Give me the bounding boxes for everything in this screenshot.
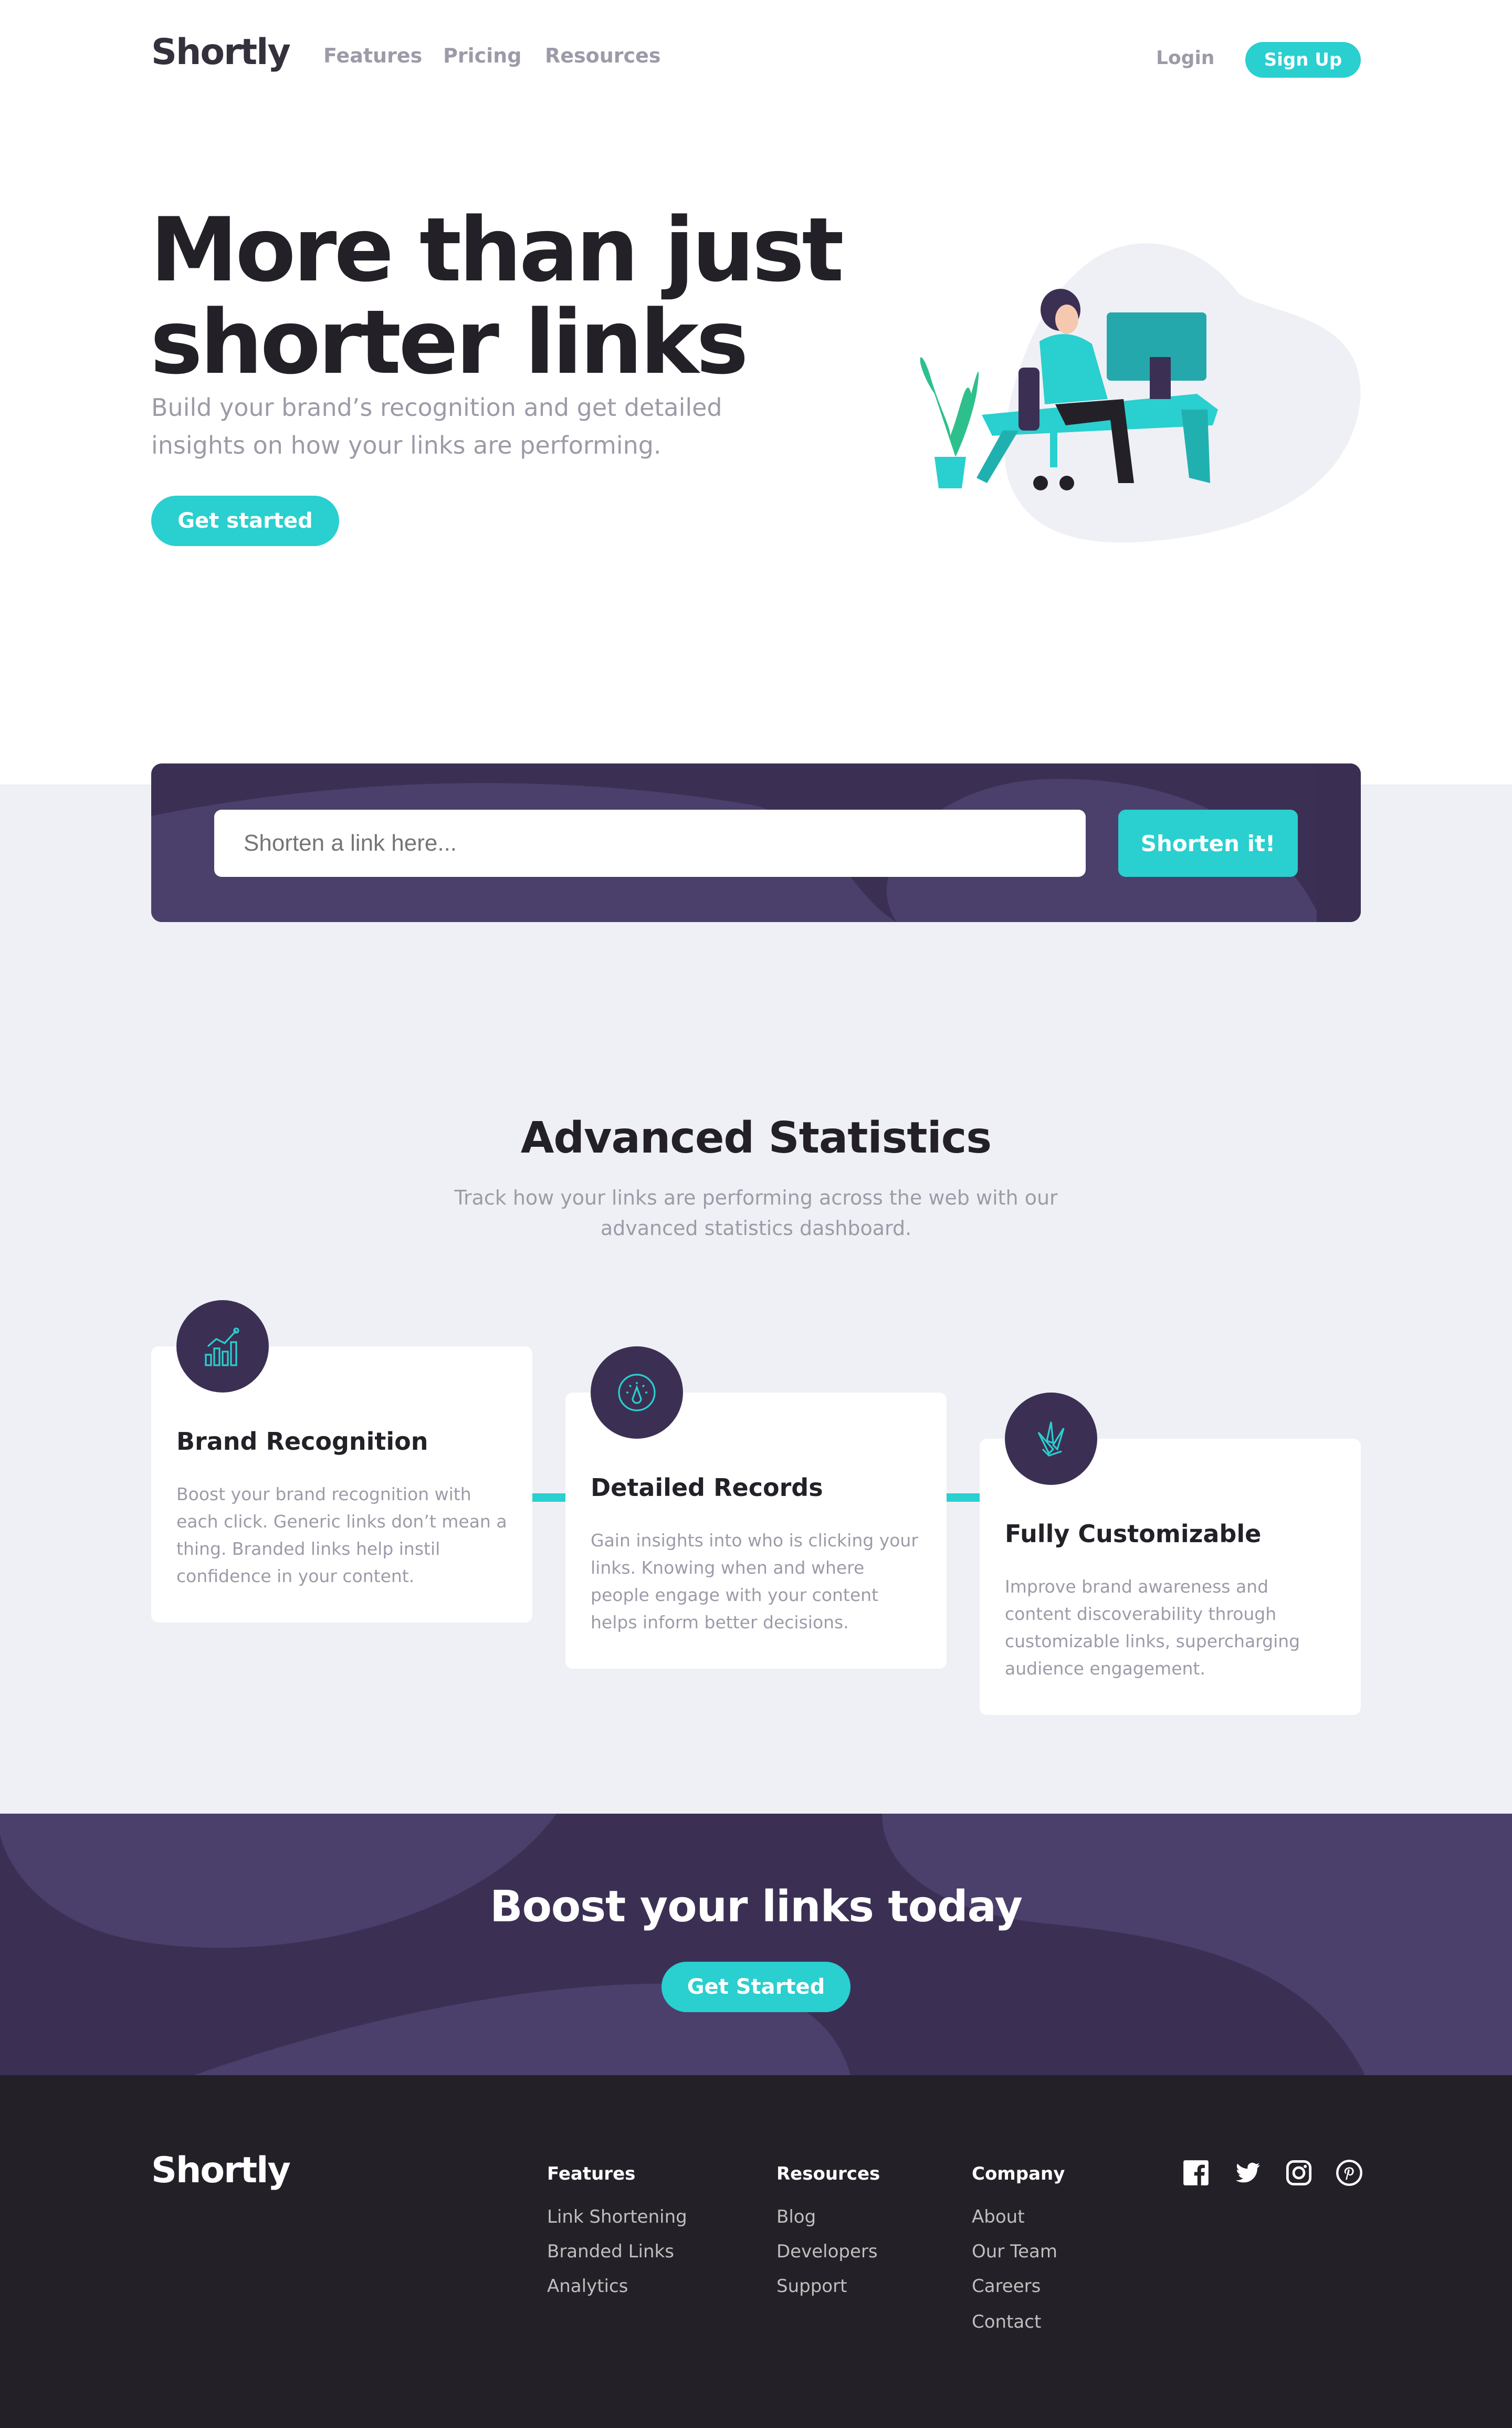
- footer-col-title-company: Company: [972, 2163, 1065, 2184]
- chair-stem: [1050, 431, 1057, 467]
- feature-card-fully-customizable: Fully Customizable Improve brand awarene…: [980, 1393, 1361, 1715]
- footer-logo[interactable]: Shortly: [151, 2150, 291, 2191]
- hero-subtitle: Build your brand’s recognition and get d…: [151, 393, 722, 459]
- stats-title: Advanced Statistics: [520, 1113, 992, 1163]
- shorten-button[interactable]: Shorten it!: [1118, 810, 1298, 877]
- brushes-icon: [1005, 1393, 1097, 1485]
- plant-leaves: [920, 357, 979, 457]
- hero-title-line-2: shorter links: [150, 291, 749, 394]
- stats-subtitle: Track how your links are performing acro…: [454, 1186, 1058, 1240]
- footer-link-support[interactable]: Support: [776, 2276, 847, 2297]
- footer-col-title-resources: Resources: [776, 2163, 880, 2184]
- instagram-icon[interactable]: [1285, 2159, 1312, 2186]
- card-text: Boost your brand recognition with each c…: [176, 1484, 507, 1586]
- card-title: Fully Customizable: [1005, 1520, 1262, 1548]
- twitter-icon[interactable]: [1234, 2159, 1261, 2186]
- pinterest-icon[interactable]: [1336, 2159, 1363, 2186]
- footer-link-link-shortening[interactable]: Link Shortening: [547, 2206, 687, 2227]
- chair-wheel: [1033, 476, 1048, 490]
- login-link[interactable]: Login: [1156, 47, 1214, 69]
- nav-link-resources[interactable]: Resources: [545, 44, 660, 67]
- boost-title: Boost your links today: [490, 1882, 1023, 1932]
- person-working-illustration: [920, 243, 1361, 543]
- footer: Shortly Features Link Shortening Branded…: [0, 2075, 1512, 2428]
- hero-title-line-1: More than just: [150, 198, 844, 301]
- nav-link-pricing[interactable]: Pricing: [443, 44, 521, 67]
- feature-card-brand-recognition: Brand Recognition Boost your brand recog…: [151, 1300, 532, 1623]
- footer-link-blog[interactable]: Blog: [776, 2206, 816, 2227]
- footer-link-about[interactable]: About: [972, 2206, 1025, 2227]
- footer-link-our-team[interactable]: Our Team: [972, 2241, 1057, 2262]
- shorten-form: Shorten it!: [151, 763, 1361, 922]
- chair-wheel: [1059, 476, 1074, 490]
- shorten-url-input[interactable]: [214, 810, 1086, 877]
- footer-col-title-features: Features: [547, 2163, 636, 2184]
- nav-link-features[interactable]: Features: [323, 44, 422, 67]
- card-text: Gain insights into who is clicking your …: [591, 1530, 918, 1632]
- boost-bg-pattern: [0, 1814, 1512, 2075]
- footer-link-careers[interactable]: Careers: [972, 2276, 1041, 2297]
- person-face: [1055, 305, 1078, 334]
- feature-card-detailed-records: Detailed Records Gain insights into who …: [565, 1346, 947, 1669]
- monitor-stand: [1150, 357, 1171, 399]
- chair-seat: [1018, 368, 1040, 431]
- facebook-icon[interactable]: [1182, 2159, 1210, 2186]
- card-title: Brand Recognition: [176, 1427, 428, 1456]
- card-text: Improve brand awareness and content disc…: [1005, 1576, 1300, 1679]
- card-title: Detailed Records: [591, 1473, 823, 1502]
- plant-pot: [934, 457, 966, 488]
- brand-logo[interactable]: Shortly: [151, 32, 291, 73]
- boost-section: Boost your links today Get Started: [0, 1814, 1512, 2075]
- footer-link-contact[interactable]: Contact: [972, 2311, 1041, 2332]
- signup-button[interactable]: Sign Up: [1245, 42, 1361, 78]
- hero-title: More than just shorter links: [150, 204, 885, 389]
- footer-link-analytics[interactable]: Analytics: [547, 2276, 628, 2297]
- footer-link-developers[interactable]: Developers: [776, 2241, 878, 2262]
- boost-get-started-button[interactable]: Get Started: [662, 1962, 850, 2012]
- top-nav: Shortly Features Pricing Resources Login…: [0, 0, 1512, 116]
- footer-link-branded-links[interactable]: Branded Links: [547, 2241, 674, 2262]
- bar-chart-icon: [176, 1300, 269, 1393]
- hero-get-started-button[interactable]: Get started: [151, 496, 339, 546]
- gauge-icon: [591, 1346, 683, 1439]
